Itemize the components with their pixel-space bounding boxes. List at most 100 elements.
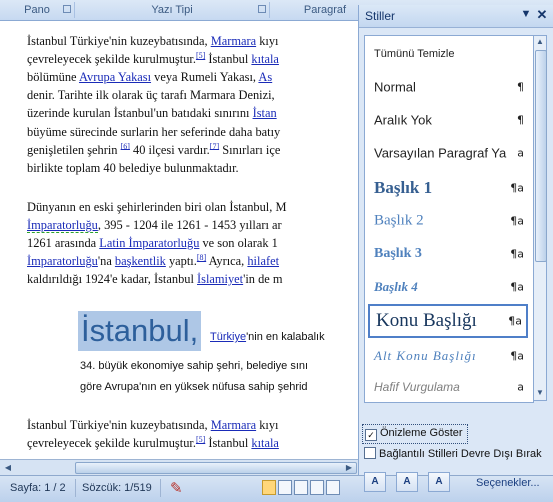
ribbon-group-clipboard-label: Pano (24, 4, 50, 16)
hyperlink[interactable]: başkentlik (115, 254, 166, 268)
text-run: 1261 arasında (27, 236, 100, 251)
text-line: Dünyanın en eski şehirlerinden biri olan… (27, 199, 286, 217)
disable-linked-styles-checkbox[interactable] (364, 447, 376, 459)
close-icon[interactable]: ✕ (535, 7, 549, 23)
hyperlink[interactable]: İstan (253, 106, 277, 120)
text-line: birlikte toplam 40 belediye bulunmaktadı… (27, 160, 239, 178)
hyperlink[interactable]: İmparatorluğu (27, 218, 98, 234)
style-item-label: Normal (374, 79, 416, 95)
text-run: Ayrıca, (206, 254, 248, 269)
text-run: veya Rumeli Yakası, (151, 70, 259, 85)
proofing-icon[interactable]: ✎ (170, 479, 183, 497)
new-style-button[interactable]: A (364, 472, 386, 492)
title-rest-text: Türkiye'nin en kalabalık (210, 329, 325, 347)
citation-link[interactable]: [8] (197, 253, 206, 262)
text-line: denir. Tarihte ilk olarak üç tarafı Marm… (27, 87, 275, 105)
style-item-label: Tümünü Temizle (374, 48, 455, 60)
scroll-left-icon[interactable]: ◀ (2, 462, 14, 473)
body-sans-line: göre Avrupa'nın en yüksek nüfusa sahip ş… (80, 381, 308, 393)
preview-toggle[interactable]: ✓ Önizleme Göster (362, 424, 468, 444)
print-layout-view-icon[interactable] (262, 480, 276, 495)
linked-style-icon: ¶a (510, 349, 524, 363)
vertical-scroll-thumb[interactable] (535, 50, 547, 262)
text-run: İstanbul (205, 436, 252, 451)
citation-link[interactable]: [5] (196, 51, 205, 60)
horizontal-scroll-thumb[interactable] (75, 462, 357, 474)
style-item-label: Konu Başlığı (376, 310, 477, 331)
linked-style-icon: ¶a (510, 280, 524, 294)
hyperlink[interactable]: İmparatorluğu (27, 254, 98, 268)
horizontal-scrollbar[interactable]: ◀ ▶ (0, 459, 358, 475)
preview-label: Önizleme Göster (380, 427, 463, 439)
hyperlink[interactable]: Avrupa Yakası (79, 70, 151, 84)
scroll-up-icon[interactable]: ▲ (534, 37, 546, 46)
style-item-label: Aralık Yok (374, 112, 432, 128)
ribbon-group-paragraph-label: Paragraf (303, 4, 347, 16)
style-item[interactable]: Hafif Vurgulama a (368, 372, 528, 402)
text-run: 'na (97, 254, 115, 269)
draft-view-icon[interactable] (326, 480, 340, 495)
document-page[interactable]: İstanbul Türkiye'nin kuzeybatısında, Mar… (0, 21, 358, 459)
style-item-label: Başlık 2 (374, 212, 424, 229)
hyperlink[interactable]: Türkiye (210, 331, 246, 343)
style-item-label: Alt Konu Başlığı (374, 348, 477, 363)
full-screen-reading-view-icon[interactable] (278, 480, 292, 495)
preview-checkbox[interactable]: ✓ (365, 429, 377, 441)
hyperlink[interactable]: As (258, 70, 272, 84)
style-item[interactable]: Başlık 4 ¶a (368, 271, 528, 303)
character-style-icon: a (517, 380, 524, 394)
hyperlink[interactable]: Marmara (211, 418, 256, 432)
dialog-launcher-icon[interactable] (63, 5, 71, 13)
dropdown-arrow-icon[interactable]: ▼ (519, 8, 533, 20)
styles-list: Tümünü Temizle Normal ¶ Aralık Yok ¶ Varsayıl… (364, 35, 534, 403)
text-line: genişletilen şehrin [6] 40 ilçesi vardır… (27, 142, 280, 160)
scroll-right-icon[interactable]: ▶ (343, 462, 355, 473)
style-item-label: Başlık 1 (374, 178, 433, 197)
styles-list-scrollbar[interactable]: ▲ ▼ (533, 35, 547, 401)
style-item[interactable]: Başlık 1 ¶a (368, 171, 528, 205)
manage-styles-button[interactable]: A (428, 472, 450, 492)
hyperlink[interactable]: Latin İmparatorluğu (99, 236, 199, 250)
page-count[interactable]: Sayfa: 1 / 2 (10, 482, 66, 494)
hyperlink[interactable]: Marmara (211, 34, 256, 48)
citation-link[interactable]: [6] (121, 141, 130, 150)
style-item-label: Varsayılan Paragraf Ya (374, 145, 507, 161)
style-item[interactable]: Başlık 2 ¶a (368, 205, 528, 237)
hyperlink[interactable]: hilafet (247, 254, 279, 268)
hyperlink[interactable]: kıtala (251, 436, 279, 450)
text-run: 40 ilçesi vardır. (129, 142, 210, 157)
style-item[interactable]: Aralık Yok ¶ (368, 105, 528, 135)
text-run: İstanbul Türkiye'nin kuzeybatısında, (27, 34, 211, 48)
text-line: İstanbul Türkiye'nin kuzeybatısında, Mar… (27, 417, 278, 435)
disable-linked-styles-toggle[interactable]: Bağlantılı Stilleri Devre Dışı Bırak (364, 447, 542, 460)
text-run: kıyı (256, 34, 279, 48)
style-item[interactable]: Başlık 3 ¶a (368, 238, 528, 270)
text-run: genişletilen şehrin (27, 142, 121, 157)
style-item[interactable]: Varsayılan Paragraf Ya a (368, 138, 528, 168)
linked-style-icon: ¶a (510, 214, 524, 228)
citation-link[interactable]: [5] (196, 435, 205, 444)
linked-style-icon: ¶a (508, 314, 522, 328)
text-run: , 395 - 1204 ile 1261 - 1453 yılları ar (97, 218, 282, 233)
style-item[interactable]: Alt Konu Başlığı ¶a (368, 340, 528, 372)
dialog-launcher-icon[interactable] (258, 5, 266, 13)
citation-link[interactable]: [7] (210, 141, 219, 150)
word-count[interactable]: Sözcük: 1/519 (82, 482, 152, 494)
style-item[interactable]: Normal ¶ (368, 72, 528, 102)
text-run: kaldırıldığı 1924'e kadar, İstanbul (27, 272, 198, 287)
text-line: 1261 arasında Latin İmparatorluğu ve son… (27, 235, 278, 253)
style-item[interactable]: Tümünü Temizle (368, 39, 528, 69)
scroll-down-icon[interactable]: ▼ (534, 388, 546, 397)
paragraph-style-icon: ¶ (517, 80, 524, 94)
text-run: Sınırları içe (219, 142, 281, 157)
style-item[interactable]: Konu Başlığı ¶a (368, 304, 528, 338)
hyperlink[interactable]: kıtala (251, 52, 279, 66)
text-run: Dünyanın en eski şehirlerinden biri olan… (27, 200, 287, 214)
web-layout-view-icon[interactable] (294, 480, 308, 495)
hyperlink[interactable]: İslamiyet (197, 272, 243, 286)
paragraph-style-icon: ¶ (517, 113, 524, 127)
outline-view-icon[interactable] (310, 480, 324, 495)
style-inspector-button[interactable]: A (396, 472, 418, 492)
text-run: İstanbul Türkiye'nin kuzeybatısında, (27, 418, 211, 432)
options-link[interactable]: Seçenekler... (476, 477, 540, 489)
